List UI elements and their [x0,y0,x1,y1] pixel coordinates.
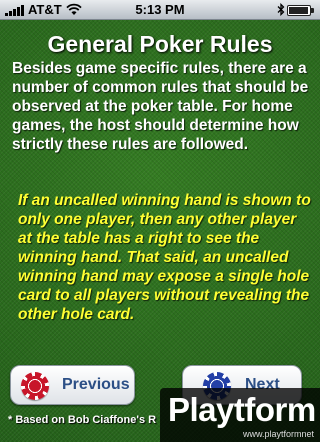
previous-button[interactable]: Previous [10,365,135,405]
page-title: General Poker Rules [47,31,273,57]
status-bar: AT&T 5:13 PM [0,0,320,20]
battery-icon [287,5,314,16]
previous-button-label: Previous [62,376,130,393]
watermark: Playtform www.playtformnet [160,388,320,442]
watermark-logo: Playtform [168,391,316,428]
bluetooth-icon [277,2,285,19]
watermark-url: www.playtformnet [242,429,314,439]
red-poker-chip-icon [21,372,49,400]
intro-paragraph: Besides game specific rules, there are a… [12,60,309,153]
rule-text: If an uncalled winning hand is shown to … [18,192,311,323]
status-time: 5:13 PM [135,2,185,17]
footnote: * Based on Bob Ciaffone's R [8,414,157,426]
